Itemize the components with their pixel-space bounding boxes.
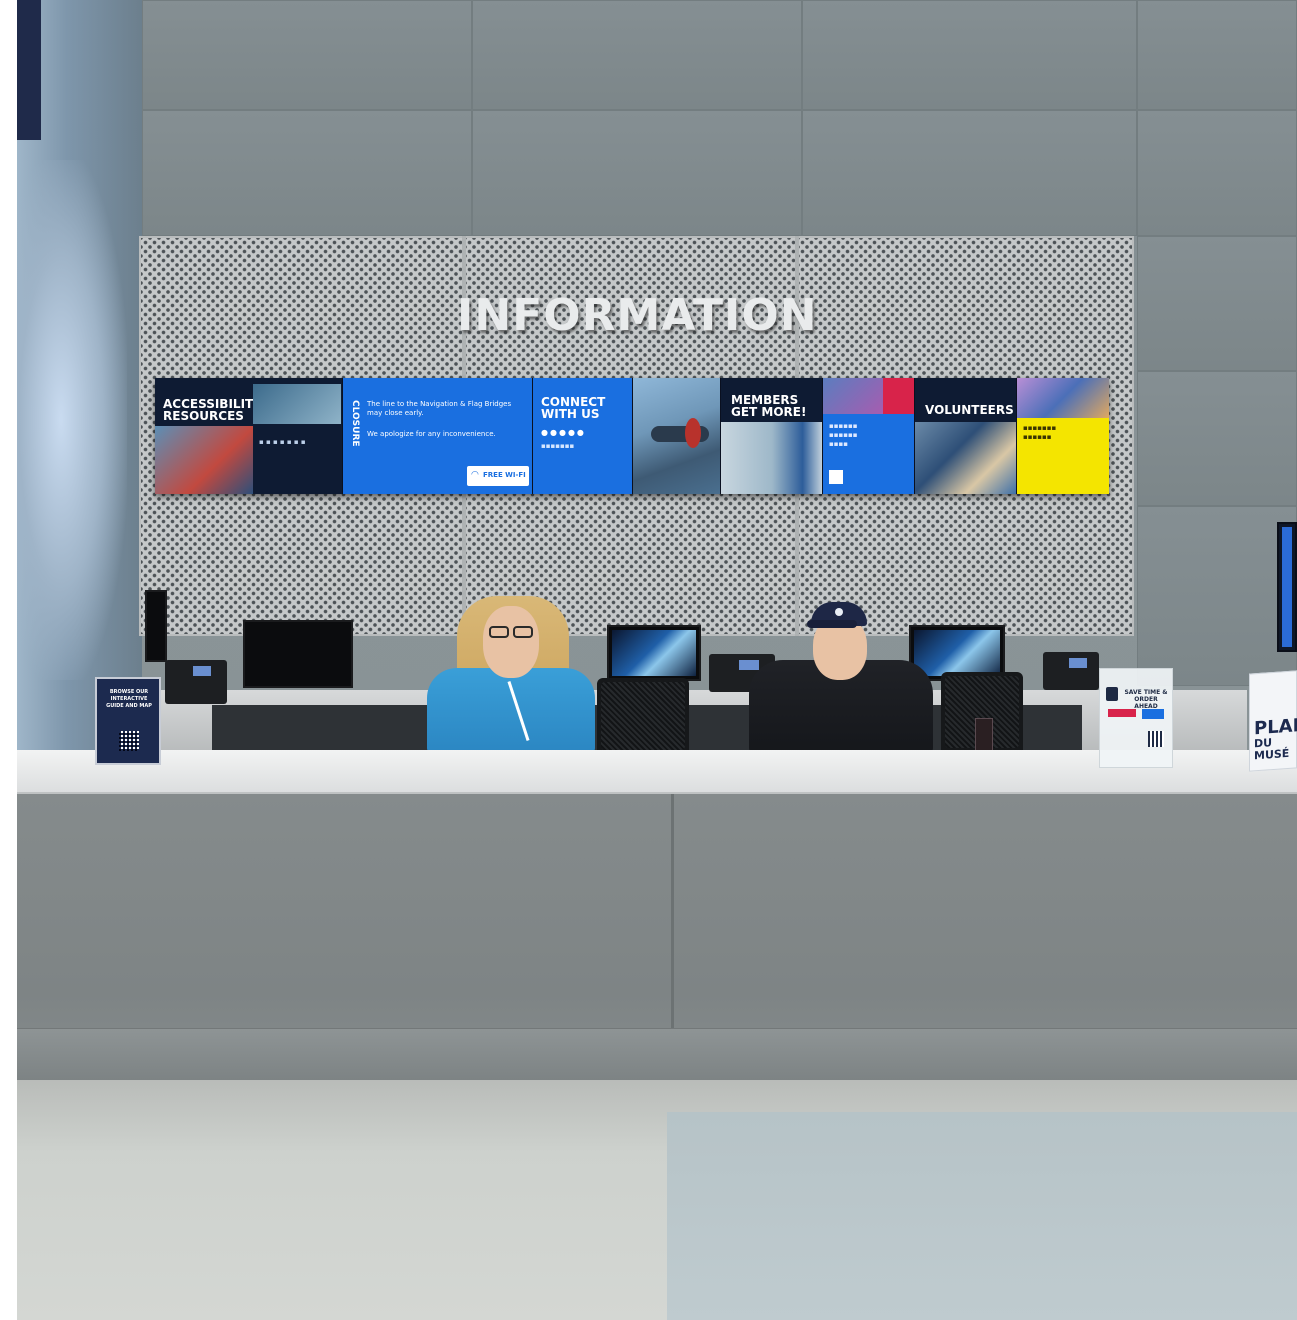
wifi-label: FREE WI-FI: [483, 471, 526, 479]
cap-brim: [807, 620, 857, 628]
glasses: [513, 626, 533, 638]
desk-phone-right: [1043, 652, 1099, 690]
volunteers-title: VOLUNTEERS: [925, 403, 1014, 417]
fork-knife-icon: [1106, 687, 1118, 701]
office-chair: [597, 678, 689, 754]
connect-handle-text: ▪▪▪▪▪▪▪: [541, 442, 575, 450]
members-info-photo: [823, 378, 883, 414]
left-wall-light: [17, 160, 127, 680]
monitor-far-left: [145, 590, 167, 662]
small-counter-sign: [975, 718, 993, 752]
monitor-left: [243, 620, 353, 688]
accessibility-photo-2: [253, 384, 341, 424]
screen-volunteers: VOLUNTEERS: [915, 378, 1017, 494]
digital-screen-strip: ACCESSIBILITY RESOURCES ▪ ▪ ▪ ▪ ▪ ▪ ▪ CL…: [155, 378, 1109, 494]
volunteers-info-photo: [1017, 378, 1109, 418]
desk-phone-left: [165, 660, 227, 704]
guide-map-qr-sign: BROWSE OUR INTERACTIVE GUIDE AND MAP: [95, 677, 161, 765]
brochure-line-1: PLAN: [1254, 714, 1297, 740]
brochure-line-2: DU MUSÉ: [1254, 736, 1290, 763]
accessibility-body-text: ▪ ▪ ▪ ▪ ▪ ▪ ▪: [259, 438, 306, 446]
accessibility-title-line-2: RESOURCES: [163, 409, 244, 423]
blue-polo-shirt: [427, 668, 595, 754]
order-sign-title: SAVE TIME & ORDER AHEAD: [1122, 689, 1170, 710]
qr-sign-line-1: BROWSE OUR: [109, 689, 149, 695]
information-sign: INFORMATION: [457, 290, 818, 341]
volunteers-photo: [915, 422, 1016, 494]
wall-panel: [1137, 0, 1297, 110]
members-title-line-2: GET MORE!: [731, 405, 807, 419]
wall-panel: [1137, 110, 1297, 236]
members-info-red-block: [883, 378, 914, 414]
floor-shadow-area: [667, 1112, 1297, 1320]
volunteers-info-text: ▪▪▪▪▪▪▪ ▪▪▪▪▪▪: [1023, 424, 1057, 441]
connect-title-line-2: WITH US: [541, 407, 600, 421]
closure-line-1: The line to the Navigation & Flag Bridge…: [367, 400, 512, 408]
order-qr-code-icon: [1148, 731, 1164, 747]
wall-panel: [802, 0, 1137, 110]
cap-logo-icon: [835, 608, 843, 616]
wall-panel: [802, 110, 1137, 236]
qr-code-icon: [119, 731, 139, 751]
wall-panel: [1137, 506, 1297, 686]
screen-volunteers-info: ▪▪▪▪▪▪▪ ▪▪▪▪▪▪: [1017, 378, 1109, 494]
counter-plinth: [17, 1028, 1297, 1080]
accessibility-photo: [155, 426, 253, 494]
order-sign-line-2: ORDER AHEAD: [1134, 696, 1158, 710]
wall-panel: [472, 0, 802, 110]
right-wall-monitor: [1277, 522, 1297, 652]
members-info-text: ▪▪▪▪▪▪ ▪▪▪▪▪▪ ▪▪▪▪: [829, 422, 858, 448]
closure-title: CLOSURE: [350, 400, 360, 447]
members-photo: [721, 422, 822, 494]
face: [483, 606, 539, 678]
glasses: [489, 626, 509, 638]
members-qr-icon: [829, 470, 843, 484]
qr-sign-text: BROWSE OUR INTERACTIVE GUIDE AND MAP: [101, 689, 157, 710]
social-icons: ●●●●●: [541, 428, 586, 437]
wall-panel: [472, 110, 802, 236]
left-pillar: [17, 0, 41, 140]
screen-connect: CONNECT WITH US ●●●●● ▪▪▪▪▪▪▪: [533, 378, 633, 494]
screen-aircraft-photo: [633, 378, 721, 494]
wall-panel: [1137, 236, 1297, 371]
wall-panel: [1137, 371, 1297, 506]
screen-members: MEMBERS GET MORE!: [721, 378, 823, 494]
closure-line-2: may close early.: [367, 409, 424, 417]
order-sign-logo: [1142, 709, 1164, 719]
wall-panel: [142, 0, 472, 110]
photo-scene: INFORMATION ACCESSIBILITY RESOURCES ▪ ▪ …: [17, 0, 1297, 1320]
museum-plan-brochure: PLAN DU MUSÉ: [1249, 670, 1297, 772]
wifi-badge: ◠ FREE WI-FI: [467, 466, 529, 486]
order-sign-logo: [1108, 709, 1136, 717]
brochure-title: PLAN DU MUSÉ: [1254, 714, 1297, 763]
screen-accessibility: ACCESSIBILITY RESOURCES ▪ ▪ ▪ ▪ ▪ ▪ ▪: [155, 378, 343, 494]
wall-panel: [142, 110, 472, 236]
wifi-icon: ◠: [471, 470, 479, 480]
order-sign-line-1: SAVE TIME &: [1124, 689, 1168, 696]
monitor-center: [607, 625, 701, 681]
qr-sign-line-3: GUIDE AND MAP: [106, 703, 152, 709]
order-ahead-sign: SAVE TIME & ORDER AHEAD: [1099, 668, 1173, 768]
aircraft-propeller: [685, 418, 701, 448]
qr-sign-line-2: INTERACTIVE: [110, 696, 148, 702]
closure-line-3: We apologize for any inconvenience.: [367, 430, 496, 438]
screen-members-info: ▪▪▪▪▪▪ ▪▪▪▪▪▪ ▪▪▪▪: [823, 378, 915, 494]
screen-closure: CLOSURE The line to the Navigation & Fla…: [343, 378, 533, 494]
